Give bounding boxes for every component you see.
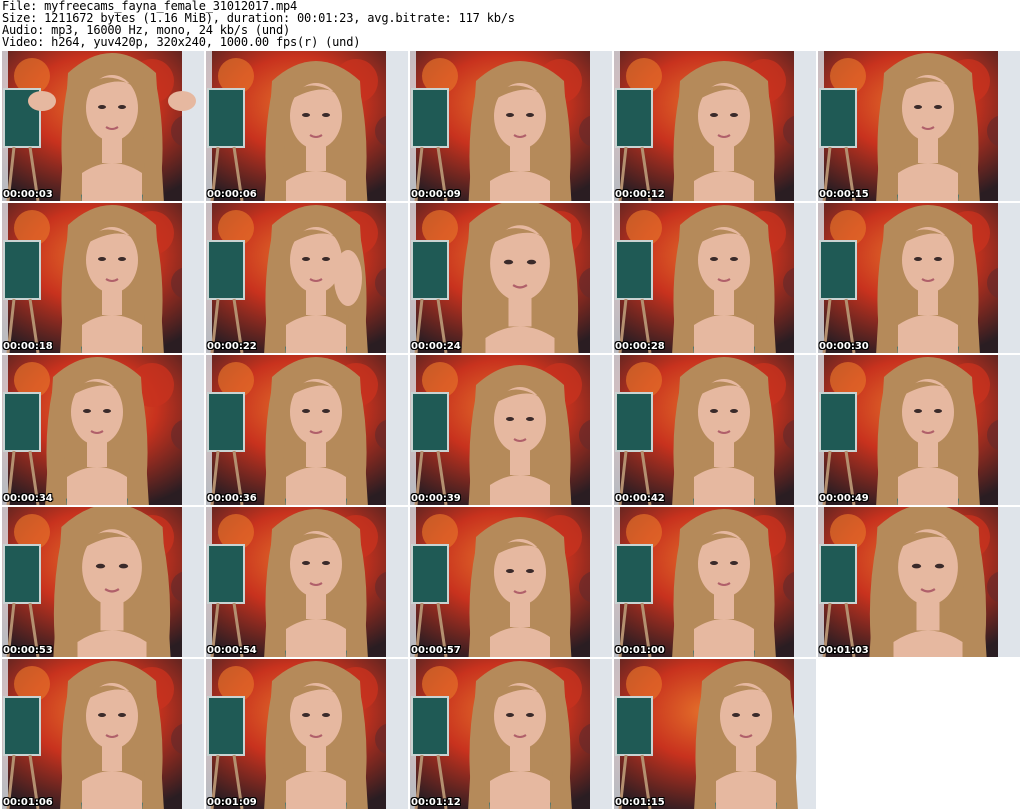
video-thumbnail: 00:00:03 [2,51,204,201]
video-thumbnail: 00:00:42 [614,355,816,505]
video-thumbnail: 00:01:06 [2,659,204,809]
thumbnail-frame [614,203,816,353]
video-thumbnail: 00:01:15 [614,659,816,809]
thumbnail-frame [206,51,408,201]
timestamp-label: 00:00:53 [3,645,53,656]
video-thumbnail: 00:00:49 [818,355,1020,505]
thumbnail-frame [410,355,612,505]
timestamp-label: 00:00:57 [411,645,461,656]
timestamp-label: 00:00:28 [615,341,665,352]
thumbnail-frame [206,355,408,505]
timestamp-label: 00:00:36 [207,493,257,504]
video-thumbnail: 00:01:09 [206,659,408,809]
video-thumbnail: 00:00:36 [206,355,408,505]
timestamp-label: 00:00:54 [207,645,257,656]
video-thumbnail: 00:00:12 [614,51,816,201]
video-thumbnail: 00:00:39 [410,355,612,505]
thumbnail-frame [614,355,816,505]
thumbnail-frame [2,659,204,809]
timestamp-label: 00:01:12 [411,797,461,808]
thumbnail-frame [410,51,612,201]
video-thumbnail: 00:00:30 [818,203,1020,353]
video-thumbnail: 00:00:28 [614,203,816,353]
timestamp-label: 00:01:09 [207,797,257,808]
video-thumbnail: 00:01:00 [614,507,816,657]
video-thumbnail: 00:00:54 [206,507,408,657]
thumbnail-frame [818,203,1020,353]
timestamp-label: 00:00:03 [3,189,53,200]
thumbnail-frame [818,507,1020,657]
thumbnail-frame [2,507,204,657]
thumbnail-frame [818,355,1020,505]
thumbnail-frame [206,659,408,809]
thumbnail-frame [410,659,612,809]
thumbnail-frame [2,355,204,505]
timestamp-label: 00:00:39 [411,493,461,504]
video-thumbnail: 00:00:24 [410,203,612,353]
timestamp-label: 00:00:42 [615,493,665,504]
timestamp-label: 00:00:24 [411,341,461,352]
timestamp-label: 00:00:06 [207,189,257,200]
thumbnail-frame [410,203,612,353]
video-thumbnail: 00:00:18 [2,203,204,353]
timestamp-label: 00:00:22 [207,341,257,352]
video-thumbnail: 00:00:15 [818,51,1020,201]
timestamp-label: 00:00:12 [615,189,665,200]
video-thumbnail: 00:01:12 [410,659,612,809]
thumbnail-frame [614,507,816,657]
thumbnail-frame [818,51,1020,201]
timestamp-label: 00:01:06 [3,797,53,808]
timestamp-label: 00:00:49 [819,493,869,504]
thumbnail-frame [614,51,816,201]
timestamp-label: 00:00:18 [3,341,53,352]
video-line: Video: h264, yuv420p, 320x240, 1000.00 f… [2,35,361,49]
timestamp-label: 00:00:15 [819,189,869,200]
thumbnail-frame [206,203,408,353]
thumbnail-frame [2,51,204,201]
video-thumbnail: 00:01:03 [818,507,1020,657]
thumbnail-grid: 00:00:03 00:00:06 00:00:09 00:00:12 00:0… [2,51,1022,809]
timestamp-label: 00:01:03 [819,645,869,656]
thumbnail-frame [410,507,612,657]
video-thumbnail: 00:00:53 [2,507,204,657]
timestamp-label: 00:01:00 [615,645,665,656]
thumbnail-frame [2,203,204,353]
video-thumbnail: 00:00:09 [410,51,612,201]
file-info-header: File: myfreecams_fayna_female_31012017.m… [2,0,1002,48]
thumbnail-frame [206,507,408,657]
timestamp-label: 00:01:15 [615,797,665,808]
video-thumbnail: 00:00:22 [206,203,408,353]
video-thumbnail: 00:00:57 [410,507,612,657]
video-thumbnail: 00:00:34 [2,355,204,505]
timestamp-label: 00:00:09 [411,189,461,200]
timestamp-label: 00:00:34 [3,493,53,504]
thumbnail-frame [614,659,816,809]
video-thumbnail: 00:00:06 [206,51,408,201]
timestamp-label: 00:00:30 [819,341,869,352]
